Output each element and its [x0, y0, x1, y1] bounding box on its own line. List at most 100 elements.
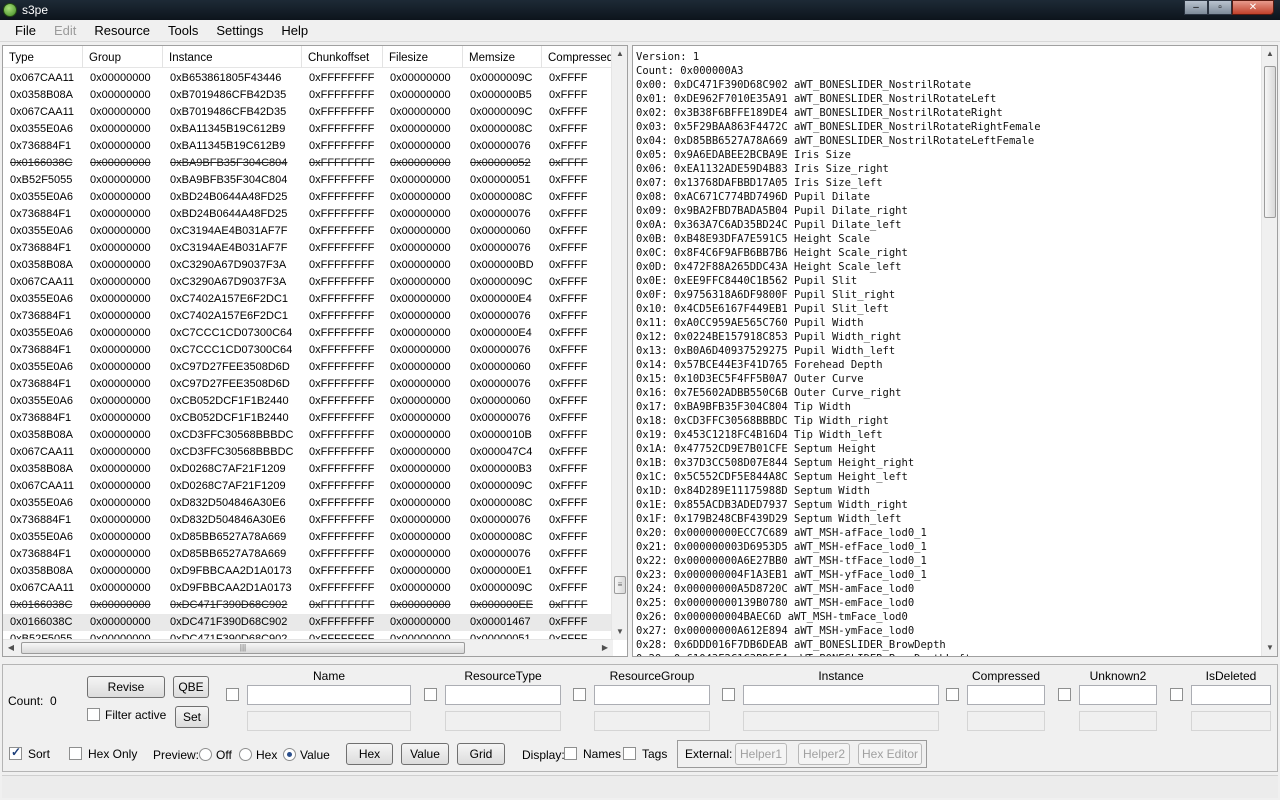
table-row[interactable]: 0x067CAA11 0x00000000 0xB7019486CFB42D35 0x… [3, 104, 613, 121]
table-row[interactable]: 0x736884F1 0x00000000 0xBD24B0644A48FD25 0x… [3, 206, 613, 223]
table-row[interactable]: 0x067CAA11 0x00000000 0xD0268C7AF21F1209 0x… [3, 478, 613, 495]
table-row[interactable]: 0x0355E0A6 0x00000000 0xBA11345B19C612B9 0x… [3, 121, 613, 138]
table-row[interactable]: 0x0358B08A 0x00000000 0xC3290A67D9037F3A 0x… [3, 257, 613, 274]
table-row[interactable]: 0x736884F1 0x00000000 0xC97D27FEE3508D6D 0x… [3, 376, 613, 393]
grid-button[interactable]: Grid [457, 743, 505, 765]
helper2-button[interactable]: Helper2 [798, 743, 850, 765]
preview-off-radio[interactable] [199, 748, 212, 761]
menu-file[interactable]: File [6, 20, 45, 42]
hex-only-checkbox[interactable] [69, 747, 82, 760]
filter-resourcetype-checkbox[interactable] [424, 688, 437, 701]
filter-instance-checkbox[interactable] [722, 688, 735, 701]
table-row[interactable]: 0x0355E0A6 0x00000000 0xD85BB6527A78A669 0x… [3, 529, 613, 546]
column-header-type[interactable]: Type [3, 46, 83, 68]
filter-resourcegroup-checkbox[interactable] [573, 688, 586, 701]
table-row[interactable]: 0x0166038C 0x00000000 0xDC471F390D68C902 0x… [3, 597, 613, 614]
cell-type: 0x0355E0A6 [10, 327, 73, 339]
scroll-thumb[interactable] [1264, 66, 1276, 218]
table-row[interactable]: 0x736884F1 0x00000000 0xD832D504846A30E6 0x… [3, 512, 613, 529]
table-row[interactable]: 0x0166038C 0x00000000 0xDC471F390D68C902 0x… [3, 614, 613, 631]
table-row[interactable]: 0x0355E0A6 0x00000000 0xD832D504846A30E6 0x… [3, 495, 613, 512]
filter-active-checkbox[interactable] [87, 708, 100, 721]
set-button[interactable]: Set [175, 706, 209, 728]
menu-settings[interactable]: Settings [207, 20, 272, 42]
filter-compressed-checkbox[interactable] [946, 688, 959, 701]
preview-value-radio[interactable] [283, 748, 296, 761]
maximize-icon[interactable]: ▫ [1208, 0, 1232, 15]
table-row[interactable]: 0xB52F5055 0x00000000 0xBA9BFB35F304C804 0x… [3, 172, 613, 189]
table-row[interactable]: 0x067CAA11 0x00000000 0xD9FBBCAA2D1A0173 0x… [3, 580, 613, 597]
table-row[interactable]: 0x067CAA11 0x00000000 0xB653861805F43446 0x… [3, 70, 613, 87]
cell-type: 0x736884F1 [10, 140, 72, 152]
filter-name-field[interactable] [247, 685, 411, 705]
table-row[interactable]: 0x736884F1 0x00000000 0xC7CCC1CD07300C64 0x… [3, 342, 613, 359]
hex-button[interactable]: Hex [346, 743, 393, 765]
column-header-memsize[interactable]: Memsize [463, 46, 542, 68]
scroll-thumb[interactable]: ≡ [614, 576, 626, 594]
column-header-group[interactable]: Group [83, 46, 163, 68]
table-row[interactable]: 0x0358B08A 0x00000000 0xD0268C7AF21F1209 0x… [3, 461, 613, 478]
table-row[interactable]: 0x0358B08A 0x00000000 0xB7019486CFB42D35 0x… [3, 87, 613, 104]
cell-group: 0x00000000 [90, 208, 151, 220]
table-row[interactable]: 0x0358B08A 0x00000000 0xCD3FFC30568BBBDC 0x… [3, 427, 613, 444]
menu-edit[interactable]: Edit [45, 20, 85, 42]
helper1-button[interactable]: Helper1 [735, 743, 787, 765]
column-header-instance[interactable]: Instance [163, 46, 302, 68]
filter-unknown2-checkbox[interactable] [1058, 688, 1071, 701]
names-checkbox[interactable] [564, 747, 577, 760]
table-row[interactable]: 0x067CAA11 0x00000000 0xCD3FFC30568BBBDC 0x… [3, 444, 613, 461]
table-row[interactable]: 0x0166038C 0x00000000 0xBA9BFB35F304C804 0x… [3, 155, 613, 172]
cell-compressed: 0xFFFF [549, 191, 588, 203]
table-row[interactable]: 0x736884F1 0x00000000 0xBA11345B19C612B9 0x… [3, 138, 613, 155]
preview-text-panel[interactable]: Version: 1 Count: 0x000000A3 0x00: 0xDC471… [632, 45, 1278, 657]
filter-isdeleted-field[interactable] [1191, 685, 1271, 705]
sort-checkbox[interactable] [9, 745, 22, 760]
scroll-up-icon[interactable]: ▲ [612, 46, 627, 62]
tags-checkbox[interactable] [623, 747, 636, 760]
table-row[interactable]: 0x736884F1 0x00000000 0xC7402A157E6F2DC1 0x… [3, 308, 613, 325]
menu-tools[interactable]: Tools [159, 20, 207, 42]
table-row[interactable]: 0x0355E0A6 0x00000000 0xBD24B0644A48FD25 0x… [3, 189, 613, 206]
cell-group: 0x00000000 [90, 89, 151, 101]
preview-hex-radio[interactable] [239, 748, 252, 761]
table-row[interactable]: 0x0358B08A 0x00000000 0xD9FBBCAA2D1A0173 0x… [3, 563, 613, 580]
filter-resourcegroup-field[interactable] [594, 685, 710, 705]
table-row[interactable]: 0x736884F1 0x00000000 0xD85BB6527A78A669 0x… [3, 546, 613, 563]
table-row[interactable]: 0x067CAA11 0x00000000 0xC3290A67D9037F3A 0x… [3, 274, 613, 291]
table-row[interactable]: 0x0355E0A6 0x00000000 0xCB052DCF1F1B2440 0x… [3, 393, 613, 410]
table-row[interactable]: 0x0355E0A6 0x00000000 0xC7402A157E6F2DC1 0x… [3, 291, 613, 308]
filter-instance-field[interactable] [743, 685, 939, 705]
scroll-left-icon[interactable]: ◀ [3, 640, 19, 656]
table-row[interactable]: 0x0355E0A6 0x00000000 0xC7CCC1CD07300C64 0x… [3, 325, 613, 342]
scroll-down-icon[interactable]: ▼ [1262, 640, 1277, 656]
resource-list[interactable]: Type Group Instance Chunkoffset Filesize… [2, 45, 628, 657]
hscroll-thumb[interactable]: ||| [21, 642, 465, 654]
preview-vertical-scrollbar[interactable]: ▲ ▼ [1261, 46, 1277, 656]
filter-isdeleted-checkbox[interactable] [1170, 688, 1183, 701]
scroll-right-icon[interactable]: ▶ [597, 640, 613, 656]
minimize-icon[interactable]: – [1184, 0, 1208, 15]
table-row[interactable]: 0x736884F1 0x00000000 0xCB052DCF1F1B2440 0x… [3, 410, 613, 427]
table-row[interactable]: 0x736884F1 0x00000000 0xC3194AE4B031AF7F 0x… [3, 240, 613, 257]
revise-button[interactable]: Revise [87, 676, 165, 698]
list-vertical-scrollbar[interactable]: ▲ ≡ ▼ [611, 46, 627, 640]
menu-help[interactable]: Help [272, 20, 317, 42]
filter-compressed-field[interactable] [967, 685, 1045, 705]
filter-unknown2-field-2 [1079, 711, 1157, 731]
scroll-down-icon[interactable]: ▼ [612, 624, 627, 640]
table-row[interactable]: 0x0355E0A6 0x00000000 0xC3194AE4B031AF7F 0x… [3, 223, 613, 240]
hex-editor-button[interactable]: Hex Editor [858, 743, 922, 765]
filter-resourcetype-field[interactable] [445, 685, 561, 705]
column-header-chunkoffset[interactable]: Chunkoffset [302, 46, 383, 68]
close-icon[interactable]: ✕ [1232, 0, 1274, 15]
list-horizontal-scrollbar[interactable]: ◀ ||| ▶ [3, 639, 613, 656]
qbe-button[interactable]: QBE [173, 676, 209, 698]
column-header-compressed[interactable]: Compressed [542, 46, 613, 68]
table-row[interactable]: 0x0355E0A6 0x00000000 0xC97D27FEE3508D6D 0x… [3, 359, 613, 376]
scroll-up-icon[interactable]: ▲ [1262, 46, 1277, 62]
filter-unknown2-field[interactable] [1079, 685, 1157, 705]
filter-name-checkbox[interactable] [226, 688, 239, 701]
value-button[interactable]: Value [401, 743, 449, 765]
column-header-filesize[interactable]: Filesize [383, 46, 463, 68]
menu-resource[interactable]: Resource [85, 20, 159, 42]
